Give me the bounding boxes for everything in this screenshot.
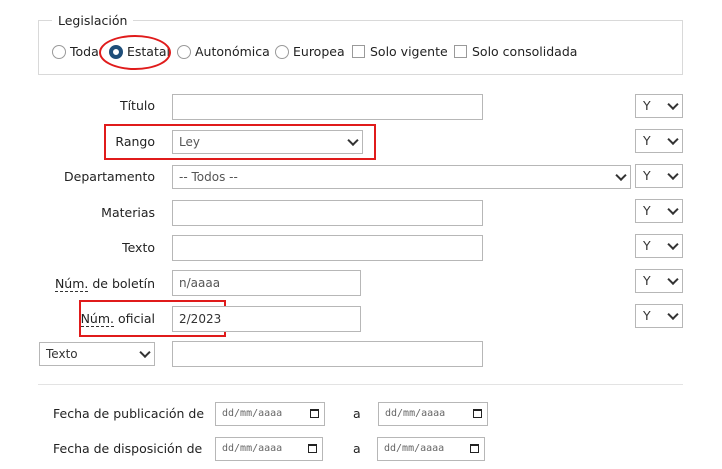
texto-input[interactable] <box>172 235 483 261</box>
calendar-icon[interactable] <box>470 444 479 453</box>
calendar-icon[interactable] <box>310 409 319 418</box>
fecha-publicacion-sep: a <box>353 406 361 421</box>
extra-input[interactable] <box>172 341 483 367</box>
num-boletin-label: Núm. de boletín <box>54 276 155 292</box>
rango-operator-select[interactable]: Y <box>635 129 683 153</box>
titulo-operator-select[interactable]: Y <box>635 94 683 118</box>
titulo-label: Título <box>119 98 155 113</box>
texto-label: Texto <box>122 240 155 255</box>
num-abbr: Núm. <box>80 311 115 327</box>
num-boletin-operator-select[interactable]: Y <box>635 269 683 293</box>
checkbox-solo-consolidada[interactable] <box>454 45 467 58</box>
chevron-down-icon <box>615 169 627 182</box>
fecha-disposicion-from[interactable]: dd/mm/aaaa <box>215 437 323 461</box>
radio-europea[interactable] <box>275 45 289 59</box>
legislacion-legend: Legislación <box>52 13 134 28</box>
chevron-down-icon <box>667 133 679 146</box>
fecha-disposicion-to[interactable]: dd/mm/aaaa <box>377 437 485 461</box>
highlight-estatal <box>99 35 171 70</box>
rango-label: Rango <box>115 134 155 149</box>
texto-operator-select[interactable]: Y <box>635 234 683 258</box>
num-boletin-input[interactable]: n/aaaa <box>172 270 361 296</box>
extra-field-select[interactable]: Texto <box>39 342 155 366</box>
checkbox-solo-consolidada-label[interactable]: Solo consolidada <box>472 44 577 60</box>
chevron-down-icon <box>667 203 679 216</box>
chevron-down-icon <box>667 273 679 286</box>
departamento-select[interactable]: -- Todos -- <box>172 165 631 189</box>
calendar-icon[interactable] <box>308 444 317 453</box>
fecha-publicacion-label: Fecha de publicación de <box>53 406 205 421</box>
calendar-icon[interactable] <box>473 409 482 418</box>
materias-label: Materias <box>101 205 155 220</box>
chevron-down-icon <box>667 168 679 181</box>
chevron-down-icon <box>667 308 679 321</box>
num-oficial-input[interactable]: 2/2023 <box>172 306 361 332</box>
num-abbr: Núm. <box>54 276 89 292</box>
fecha-publicacion-to[interactable]: dd/mm/aaaa <box>378 402 488 426</box>
radio-toda-label[interactable]: Toda <box>70 44 99 60</box>
departamento-operator-select[interactable]: Y <box>635 164 683 188</box>
num-oficial-operator-select[interactable]: Y <box>635 304 683 328</box>
num-oficial-label: Núm. oficial <box>80 311 155 327</box>
rango-select[interactable]: Ley <box>172 130 363 154</box>
departamento-label: Departamento <box>64 169 155 184</box>
chevron-down-icon <box>139 346 151 359</box>
chevron-down-icon <box>667 98 679 111</box>
chevron-down-icon <box>347 134 359 147</box>
radio-europea-label[interactable]: Europea <box>293 44 345 60</box>
titulo-input[interactable] <box>172 94 483 120</box>
radio-autonomica-label[interactable]: Autonómica <box>195 44 270 60</box>
checkbox-solo-vigente[interactable] <box>352 45 365 58</box>
fecha-disposicion-label: Fecha de disposición de <box>53 441 203 456</box>
radio-toda[interactable] <box>52 45 66 59</box>
fecha-publicacion-from[interactable]: dd/mm/aaaa <box>215 402 325 426</box>
checkbox-solo-vigente-label[interactable]: Solo vigente <box>370 44 448 60</box>
chevron-down-icon <box>667 238 679 251</box>
fecha-disposicion-sep: a <box>353 441 361 456</box>
materias-operator-select[interactable]: Y <box>635 199 683 223</box>
divider <box>38 384 683 385</box>
radio-autonomica[interactable] <box>177 45 191 59</box>
materias-input[interactable] <box>172 200 483 226</box>
